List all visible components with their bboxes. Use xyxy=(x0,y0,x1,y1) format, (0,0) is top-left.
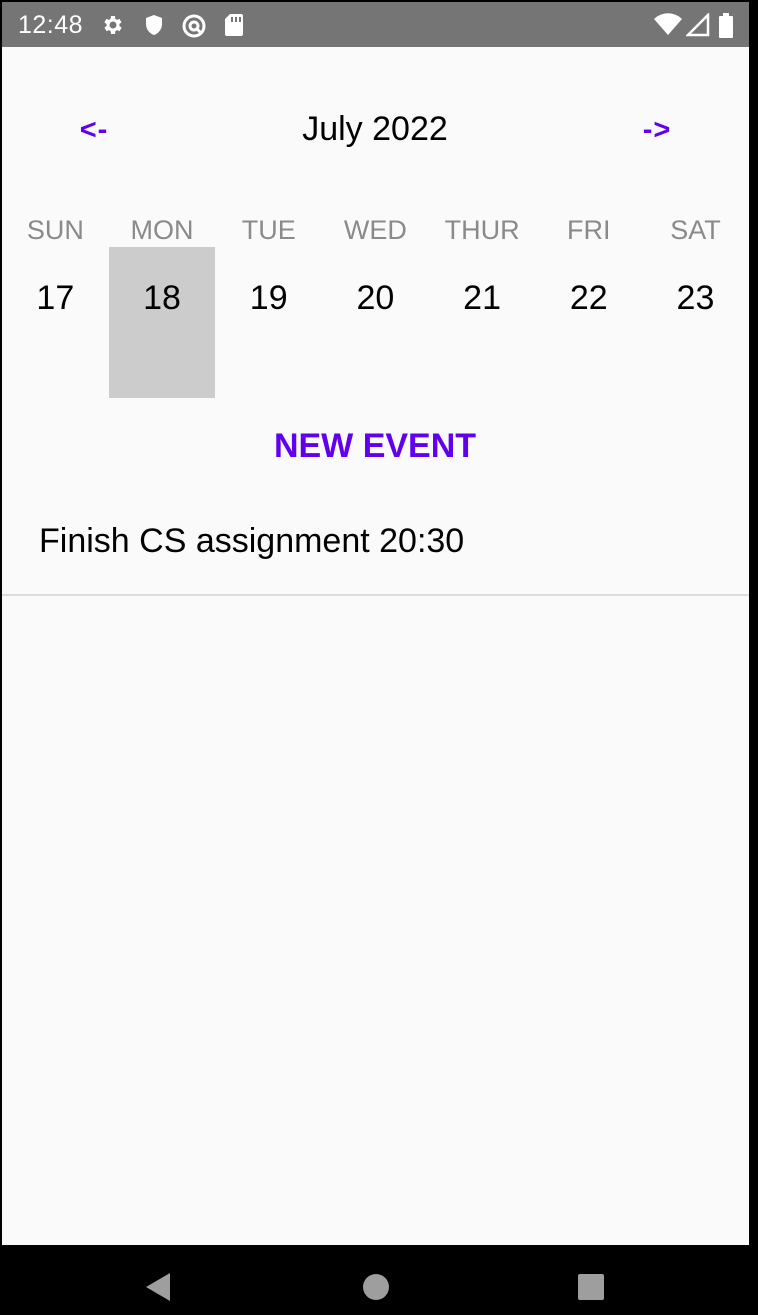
gear-icon xyxy=(101,13,125,37)
status-bar: 12:48 xyxy=(2,2,749,47)
date-cell-selected[interactable]: 18 xyxy=(108,247,216,398)
app-screen: 12:48 <- July 2022 -> SUN MON TUE WED TH… xyxy=(2,2,749,1245)
recents-icon[interactable] xyxy=(577,1272,605,1307)
date-cell[interactable]: 23 xyxy=(642,247,749,398)
back-icon[interactable] xyxy=(144,1272,172,1307)
event-list: Finish CS assignment 20:30 xyxy=(2,502,749,596)
next-month-button[interactable]: -> xyxy=(617,107,697,153)
date-cell[interactable]: 20 xyxy=(322,247,429,398)
sd-card-icon xyxy=(223,13,247,37)
battery-icon xyxy=(718,13,734,38)
new-event-button[interactable]: NEW EVENT xyxy=(225,418,525,474)
month-title: July 2022 xyxy=(302,110,448,148)
device-frame: 12:48 <- July 2022 -> SUN MON TUE WED TH… xyxy=(0,0,758,1315)
date-cell[interactable]: 17 xyxy=(2,247,109,398)
date-cell[interactable]: 21 xyxy=(429,247,536,398)
previous-month-button[interactable]: <- xyxy=(54,107,134,153)
cell-signal-icon xyxy=(686,13,710,37)
shield-icon xyxy=(142,13,166,37)
week-dates-row: 17 18 19 20 21 22 23 xyxy=(2,247,749,398)
date-cell[interactable]: 19 xyxy=(215,247,322,398)
status-time: 12:48 xyxy=(18,11,84,39)
wifi-icon xyxy=(653,13,683,37)
home-icon[interactable] xyxy=(362,1272,390,1307)
date-cell[interactable]: 22 xyxy=(535,247,642,398)
system-navigation-bar xyxy=(0,1245,758,1315)
data-saver-icon xyxy=(181,13,206,38)
event-list-item[interactable]: Finish CS assignment 20:30 xyxy=(2,502,749,596)
